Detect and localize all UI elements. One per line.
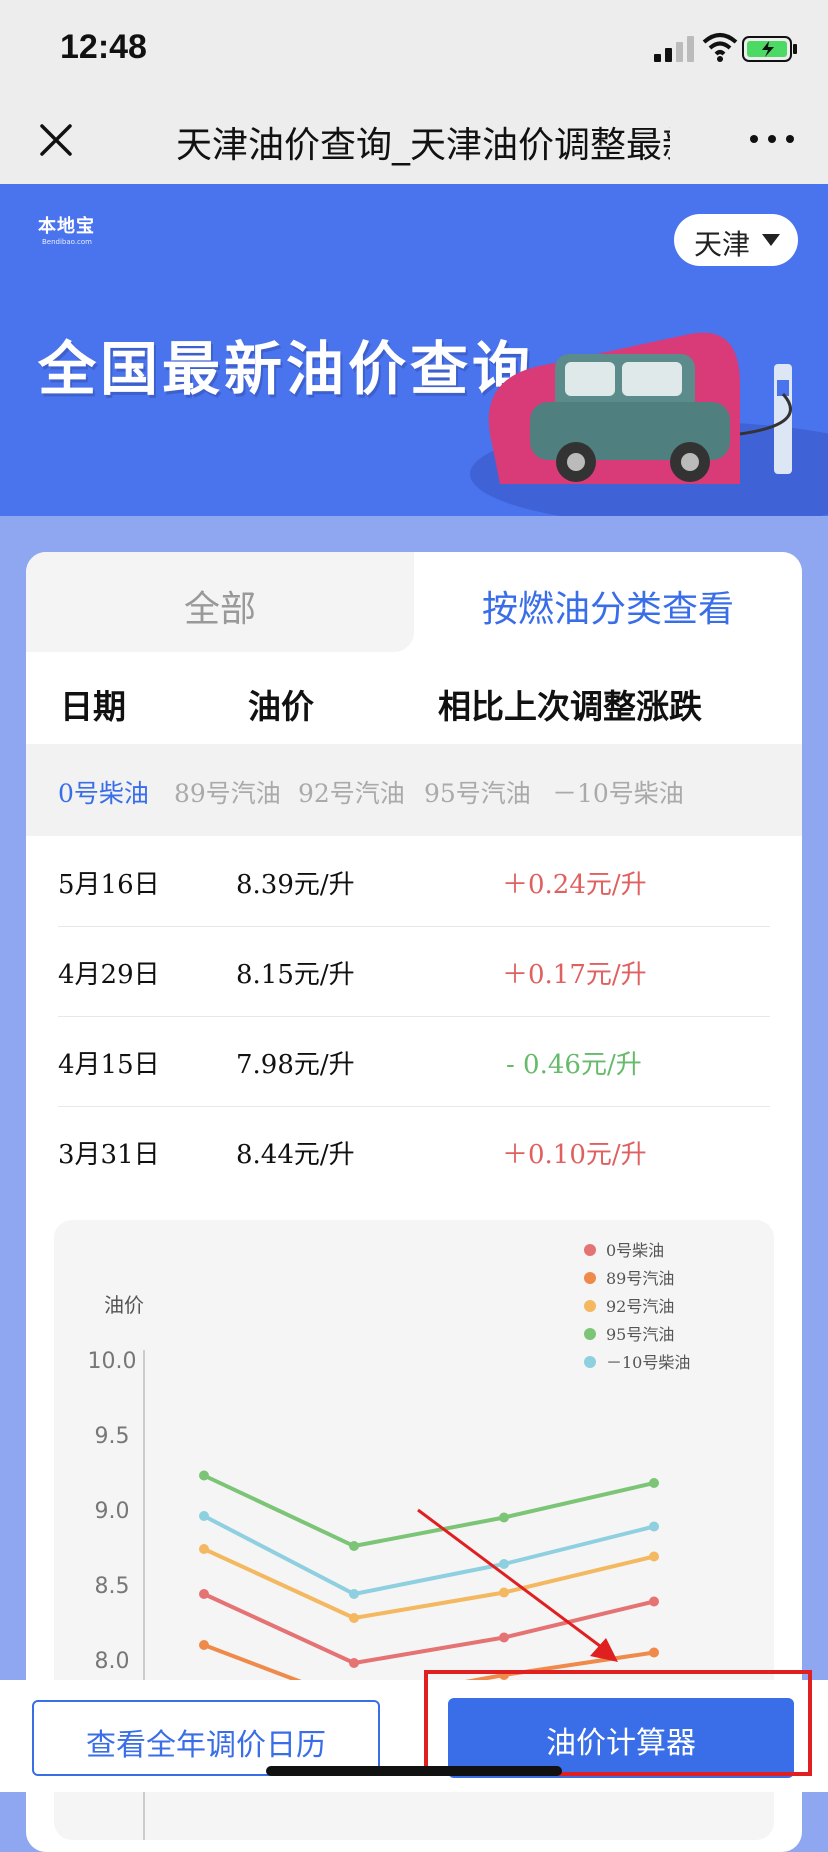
header-date: 日期 (60, 687, 126, 726)
status-bar: 12:48 (0, 0, 828, 96)
table-row: 3月31日 8.44元/升 ＋0.10元/升 (58, 1106, 770, 1196)
data-point (499, 1632, 509, 1643)
signal-icon (654, 36, 694, 62)
wifi-icon (702, 33, 738, 62)
logo: 本地宝 Bendibao.com (38, 216, 95, 246)
battery-icon (742, 36, 797, 62)
highlight-box (424, 1670, 812, 1776)
data-point (649, 1551, 659, 1562)
fuel-tab-95[interactable]: 95号汽油 (424, 774, 531, 810)
data-point (499, 1512, 509, 1523)
data-point (199, 1589, 209, 1599)
row-date: 5月16日 (58, 870, 160, 900)
series-line (203, 1473, 655, 1549)
series-line (203, 1514, 655, 1597)
legend-label: －10号柴油 (606, 1353, 690, 1372)
data-point (199, 1544, 209, 1554)
tab-bar: 全部 按燃油分类查看 (26, 552, 802, 652)
yearly-calendar-button[interactable]: 查看全年调价日历 (32, 1700, 380, 1776)
row-change: - 0.46元/升 (506, 1050, 642, 1080)
data-point (649, 1521, 659, 1532)
table-header: 日期 油价 相比上次调整涨跌 (26, 652, 802, 744)
fuel-tab-minus10-diesel[interactable]: －10号柴油 (552, 774, 684, 810)
y-tick-label: 8.5 (95, 1574, 130, 1599)
legend-label: 89号汽油 (606, 1269, 674, 1288)
row-price: 8.39元/升 (236, 870, 355, 900)
legend-marker (584, 1356, 596, 1368)
caret-down-icon (762, 234, 780, 246)
legend-marker (584, 1300, 596, 1312)
row-change: ＋0.24元/升 (502, 870, 647, 900)
city-label: 天津 (694, 228, 751, 261)
row-change: ＋0.17元/升 (502, 960, 647, 990)
data-point (199, 1511, 209, 1521)
data-point (649, 1647, 659, 1658)
tab-all[interactable]: 全部 (26, 552, 414, 652)
y-tick-label: 9.5 (95, 1424, 130, 1449)
status-time: 12:48 (60, 28, 147, 66)
more-icon[interactable] (748, 132, 796, 146)
header-price: 油价 (248, 687, 314, 726)
legend-label: 92号汽油 (606, 1297, 674, 1316)
table-row: 4月15日 7.98元/升 - 0.46元/升 (58, 1016, 770, 1107)
legend-marker (584, 1272, 596, 1284)
header-change: 相比上次调整涨跌 (438, 687, 702, 726)
y-axis-label: 油价 (104, 1293, 144, 1317)
row-change: ＋0.10元/升 (502, 1140, 647, 1170)
data-point (499, 1559, 509, 1569)
oil-price-card: 全部 按燃油分类查看 日期 油价 相比上次调整涨跌 0号柴油 89号汽油 92号… (26, 552, 802, 1852)
legend-label: 95号汽油 (606, 1325, 674, 1344)
y-tick-label: 9.0 (95, 1499, 130, 1524)
y-tick-label: 8.0 (95, 1649, 130, 1674)
legend-label: 0号柴油 (606, 1241, 664, 1260)
city-selector[interactable]: 天津 (674, 214, 798, 266)
series-line (203, 1547, 655, 1621)
close-icon[interactable] (36, 120, 76, 160)
data-point (199, 1470, 209, 1481)
row-price: 8.15元/升 (236, 960, 355, 990)
row-price: 8.44元/升 (236, 1140, 355, 1170)
fuel-tab-0-diesel[interactable]: 0号柴油 (58, 774, 149, 810)
fuel-tab-89[interactable]: 89号汽油 (174, 774, 281, 810)
data-point (349, 1541, 359, 1551)
data-point (649, 1478, 659, 1488)
row-price: 7.98元/升 (236, 1050, 355, 1080)
home-indicator (266, 1766, 562, 1776)
hero-banner: 本地宝 Bendibao.com 天津 全国最新油价查询 (0, 184, 828, 516)
data-point (499, 1587, 509, 1598)
table-row: 5月16日 8.39元/升 ＋0.24元/升 (58, 836, 770, 927)
data-point (349, 1589, 359, 1599)
data-point (349, 1658, 359, 1668)
legend-marker (584, 1244, 596, 1256)
fuel-tab-92[interactable]: 92号汽油 (298, 774, 405, 810)
nav-bar: 天津油价查询_天津油价调整最新 (0, 96, 828, 184)
data-point (199, 1640, 209, 1650)
row-date: 4月29日 (58, 960, 160, 990)
legend-marker (584, 1328, 596, 1340)
row-date: 3月31日 (58, 1140, 160, 1170)
row-date: 4月15日 (58, 1050, 160, 1080)
page-title: 天津油价查询_天津油价调整最新 (176, 125, 670, 166)
tab-by-fuel[interactable]: 按燃油分类查看 (414, 552, 802, 652)
data-point (649, 1596, 659, 1607)
table-row: 4月29日 8.15元/升 ＋0.17元/升 (58, 926, 770, 1017)
fuel-type-tabs: 0号柴油 89号汽油 92号汽油 95号汽油 －10号柴油 (26, 744, 802, 836)
y-tick-label: 10.0 (88, 1349, 137, 1374)
car-illustration (470, 332, 828, 516)
data-point (349, 1613, 359, 1623)
